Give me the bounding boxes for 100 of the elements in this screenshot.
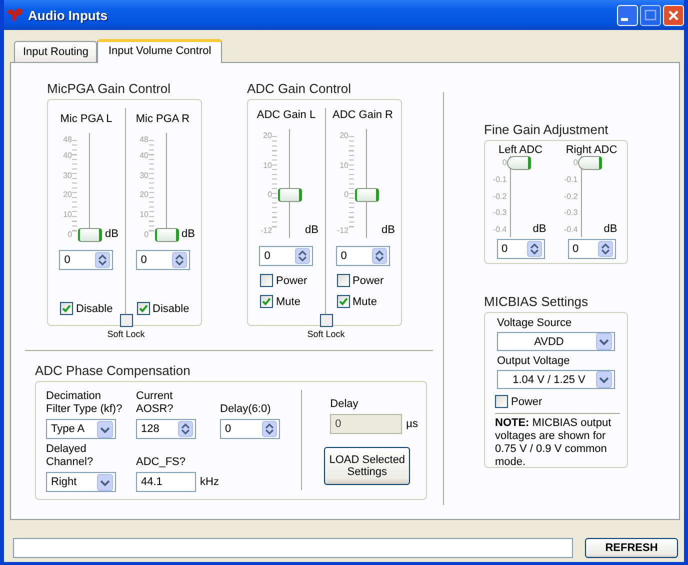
spinner-icon[interactable]	[372, 248, 387, 264]
field-value: 0	[502, 243, 508, 255]
channel-label: Mic PGA L	[60, 113, 112, 125]
slider-thumb[interactable]	[506, 156, 531, 170]
window-title: Audio Inputs	[28, 8, 108, 22]
tick-label: 0	[573, 158, 578, 168]
tick-label: -0.4	[564, 225, 578, 235]
dropdown[interactable]: Right	[46, 472, 116, 492]
field-value: 128	[141, 423, 160, 435]
field-value: Right	[51, 476, 77, 488]
channel-label: Right ADC	[566, 144, 618, 156]
checkbox[interactable]	[120, 314, 132, 327]
checkbox-label: Disable	[152, 302, 190, 314]
tick-label: -0.2	[492, 192, 507, 202]
tick-label: -12	[336, 226, 349, 236]
slider-thumb[interactable]	[278, 188, 302, 202]
tick-label: 20	[140, 190, 149, 200]
tick-label: 30	[63, 170, 72, 181]
checkbox[interactable]	[336, 274, 350, 287]
spin-field[interactable]: 0	[59, 250, 114, 270]
tab[interactable]: Input Routing	[14, 41, 98, 62]
chevron-down-icon[interactable]	[596, 333, 612, 350]
group-title: Fine Gain Adjustment	[484, 122, 610, 139]
logo-icon	[6, 7, 24, 23]
spinner-icon[interactable]	[172, 252, 187, 268]
field-value: 0	[64, 254, 70, 266]
tick-label: -0.1	[492, 174, 507, 185]
slider-thumb[interactable]	[354, 188, 379, 202]
unit-label: dB	[532, 223, 546, 235]
checkbox[interactable]	[495, 395, 508, 408]
unit-label: dB	[604, 223, 618, 235]
spinner-icon[interactable]	[178, 421, 193, 437]
channel-label: ADC Gain L	[256, 109, 316, 121]
checkbox[interactable]	[320, 314, 332, 327]
field-label: ADC_FS?	[136, 456, 187, 469]
maximize-button[interactable]	[640, 4, 661, 26]
slider-thumb[interactable]	[154, 228, 179, 242]
tick-label: 10	[340, 160, 349, 171]
field-label: Output Voltage	[497, 355, 571, 368]
spin-field[interactable]: 0	[496, 239, 544, 259]
checkbox[interactable]	[336, 295, 350, 308]
checkbox-label: Power	[352, 274, 384, 286]
checkbox[interactable]	[60, 302, 73, 315]
tab[interactable]: Input Volume Control	[97, 39, 222, 63]
dropdown[interactable]: AVDD	[497, 332, 615, 351]
field-value: 0	[140, 254, 147, 266]
spin-field[interactable]: 0	[336, 246, 390, 266]
checkbox[interactable]	[136, 302, 150, 315]
checkbox[interactable]	[260, 274, 273, 287]
tick-label: 20	[63, 190, 72, 200]
spin-field[interactable]: 128	[136, 419, 196, 439]
field-label: Delay	[330, 398, 360, 411]
tick-label: 40	[140, 150, 149, 161]
tick-label: 0	[344, 190, 349, 200]
field-label: Voltage Source	[497, 317, 573, 330]
spin-field[interactable]: 0	[136, 250, 190, 270]
checkbox-label: Power	[276, 274, 308, 286]
tick-label: 10	[140, 210, 149, 220]
refresh-button[interactable]: REFRESH	[585, 538, 678, 558]
field-label: Delay(6:0)	[220, 403, 272, 416]
group-title: MicPGA Gain Control	[47, 81, 172, 98]
tick-label: 0	[268, 190, 272, 200]
chevron-down-icon[interactable]	[596, 371, 612, 388]
spin-field[interactable]: 0	[259, 246, 314, 266]
field-value: 0	[572, 243, 579, 255]
spin-field[interactable]: 0	[220, 419, 280, 439]
channel-label: Left ADC	[498, 144, 543, 156]
close-button[interactable]	[663, 4, 684, 26]
note-text: NOTE: MICBIAS output voltages are shown for 0.75 V / 0.9 V common mode.	[495, 417, 612, 469]
tick-label: -0.3	[492, 208, 507, 218]
field-value: Type A	[51, 423, 85, 435]
tick-label: 0	[68, 230, 72, 240]
spinner-icon[interactable]	[598, 241, 612, 257]
dropdown[interactable]: 1.04 V / 1.25 V	[497, 370, 615, 389]
channel-label: Mic PGA R	[136, 113, 190, 125]
slider-thumb[interactable]	[578, 156, 602, 170]
field-label: Current AOSR?	[136, 390, 174, 416]
slider-thumb[interactable]	[78, 228, 102, 242]
minimize-button[interactable]	[617, 4, 638, 26]
tick-label: 48	[63, 135, 72, 145]
checkbox[interactable]	[260, 295, 273, 308]
spinner-icon[interactable]	[95, 252, 110, 268]
tick-label: -0.4	[492, 225, 507, 235]
field-value: 1.04 V / 1.25 V	[512, 374, 586, 386]
spinner-icon[interactable]	[262, 421, 277, 437]
spinner-icon[interactable]	[295, 248, 310, 264]
checkbox-label: Disable	[76, 302, 113, 314]
tick-label: -0.3	[564, 208, 578, 218]
tick-label: 40	[63, 150, 72, 161]
spin-field[interactable]: 0	[568, 239, 616, 259]
spinner-icon[interactable]	[526, 241, 542, 257]
chevron-down-icon[interactable]	[97, 474, 113, 490]
dropdown[interactable]: Type A	[46, 419, 116, 439]
tick-label: 0	[144, 230, 149, 240]
tick-label: 10	[263, 160, 272, 171]
chevron-down-icon[interactable]	[97, 420, 113, 438]
input-field[interactable]: 44.1	[136, 472, 196, 492]
load-button[interactable]: LOAD Selected Settings	[324, 447, 410, 485]
tick-label: 10	[63, 210, 72, 220]
checkbox-label: Soft Lock	[307, 329, 345, 339]
